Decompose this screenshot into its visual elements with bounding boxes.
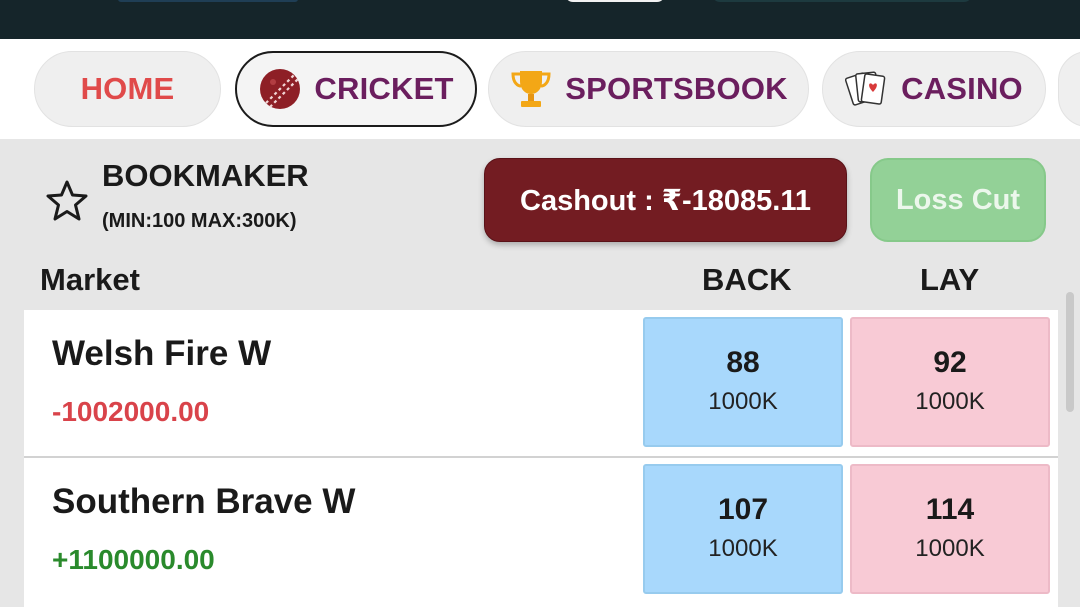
- back-price: 107: [717, 493, 769, 526]
- runner-row: Southern Brave W +1100000.00 107 1000K 1…: [24, 458, 1058, 607]
- lay-price: 92: [933, 346, 967, 379]
- top-bar-pill-dark[interactable]: [712, 0, 972, 2]
- tab-sportsbook[interactable]: SPORTSBOOK: [488, 51, 809, 127]
- tab-sportsbook-label: SPORTSBOOK: [565, 71, 788, 106]
- lay-odds-button[interactable]: 114 1000K: [850, 464, 1050, 594]
- top-bar-element: [118, 0, 298, 2]
- back-odds-button[interactable]: 107 1000K: [643, 464, 843, 594]
- back-odds-button[interactable]: 88 1000K: [643, 317, 843, 447]
- tab-cricket[interactable]: CRICKET: [235, 51, 477, 127]
- cricket-ball-icon: [258, 67, 302, 111]
- loss-cut-button[interactable]: Loss Cut: [870, 158, 1046, 242]
- lay-size: 1000K: [915, 388, 985, 415]
- cashout-button[interactable]: Cashout : ₹-18085.11: [484, 158, 847, 242]
- lay-size: 1000K: [915, 535, 985, 562]
- back-price: 88: [726, 346, 760, 379]
- runner-row: Welsh Fire W -1002000.00 88 1000K 92 100…: [24, 310, 1058, 456]
- back-size: 1000K: [708, 388, 778, 415]
- lay-price: 114: [925, 493, 975, 526]
- trophy-icon: [509, 67, 553, 111]
- playing-cards-icon: [845, 67, 889, 111]
- back-size: 1000K: [708, 535, 778, 562]
- tab-next-partial[interactable]: [1058, 51, 1080, 127]
- lay-odds-button[interactable]: 92 1000K: [850, 317, 1050, 447]
- bookmaker-limits: (MIN:100 MAX:300K): [102, 210, 297, 232]
- tab-home-label: HOME: [80, 71, 175, 106]
- top-app-bar: [0, 0, 1080, 39]
- tab-cricket-label: CRICKET: [314, 71, 454, 106]
- runner-profit-loss: +1100000.00: [52, 544, 215, 575]
- tab-home[interactable]: HOME: [34, 51, 221, 127]
- runner-name: Southern Brave W: [52, 482, 356, 521]
- tab-casino[interactable]: CASINO: [822, 51, 1046, 127]
- tab-casino-label: CASINO: [901, 71, 1023, 106]
- column-header-back: BACK: [702, 262, 792, 297]
- column-header-lay: LAY: [920, 262, 980, 297]
- scrollbar[interactable]: [1066, 292, 1074, 412]
- bookmaker-title: BOOKMAKER: [102, 158, 309, 193]
- sport-tabs-bar: HOME CRICKET SPORTSBOOK CASINO: [0, 39, 1080, 139]
- column-header-market: Market: [40, 262, 140, 297]
- runner-name: Welsh Fire W: [52, 334, 272, 373]
- top-bar-pill[interactable]: [565, 0, 665, 2]
- favorite-star-icon[interactable]: [44, 178, 90, 224]
- runner-profit-loss: -1002000.00: [52, 396, 210, 427]
